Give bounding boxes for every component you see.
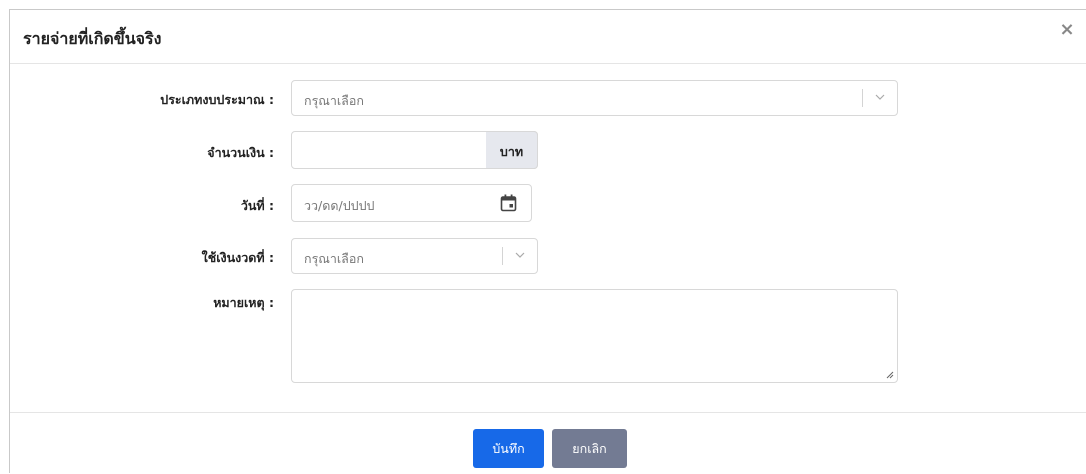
dialog-header: รายจ่ายที่เกิดขึ้นจริง × bbox=[10, 10, 1086, 64]
select-divider bbox=[502, 247, 503, 265]
amount-input[interactable] bbox=[292, 132, 486, 168]
resize-handle-icon[interactable] bbox=[886, 371, 894, 379]
budget-type-placeholder: กรุณาเลือก bbox=[304, 93, 364, 108]
date-input[interactable]: วว/ดด/ปปปป bbox=[291, 184, 532, 222]
budget-type-select[interactable]: กรุณาเลือก bbox=[291, 80, 898, 116]
note-label: หมายเหตุ : bbox=[213, 295, 274, 310]
save-button[interactable]: บันทึก bbox=[473, 429, 544, 468]
calendar-icon[interactable] bbox=[500, 194, 517, 212]
amount-label: จำนวนเงิน : bbox=[207, 145, 274, 160]
installment-label: ใช้เงินงวดที่ : bbox=[201, 250, 274, 265]
date-row: วันที่ : วว/ดด/ปปปป bbox=[10, 184, 1086, 222]
chevron-down-icon bbox=[515, 252, 525, 258]
note-row: หมายเหตุ : bbox=[10, 289, 1086, 383]
close-icon[interactable]: × bbox=[1058, 21, 1076, 39]
chevron-down-icon bbox=[875, 94, 885, 100]
select-divider bbox=[862, 89, 863, 107]
note-textarea[interactable] bbox=[291, 289, 898, 383]
budget-type-row: ประเภทงบประมาณ : กรุณาเลือก bbox=[10, 80, 1086, 116]
expense-dialog: รายจ่ายที่เกิดขึ้นจริง × ประเภทงบประมาณ … bbox=[9, 9, 1086, 473]
amount-input-group: บาท bbox=[291, 131, 538, 169]
currency-addon: บาท bbox=[486, 131, 538, 169]
budget-type-label: ประเภทงบประมาณ : bbox=[160, 92, 274, 107]
dialog-title: รายจ่ายที่เกิดขึ้นจริง bbox=[23, 29, 162, 48]
installment-select[interactable]: กรุณาเลือก bbox=[291, 238, 538, 274]
cancel-button[interactable]: ยกเลิก bbox=[552, 429, 627, 468]
date-label: วันที่ : bbox=[240, 198, 274, 213]
installment-row: ใช้เงินงวดที่ : กรุณาเลือก bbox=[10, 238, 1086, 274]
date-placeholder: วว/ดด/ปปปป bbox=[304, 198, 375, 213]
installment-placeholder: กรุณาเลือก bbox=[304, 251, 364, 266]
amount-row: จำนวนเงิน : บาท bbox=[10, 131, 1086, 169]
dialog-footer: บันทึก ยกเลิก bbox=[10, 412, 1086, 474]
